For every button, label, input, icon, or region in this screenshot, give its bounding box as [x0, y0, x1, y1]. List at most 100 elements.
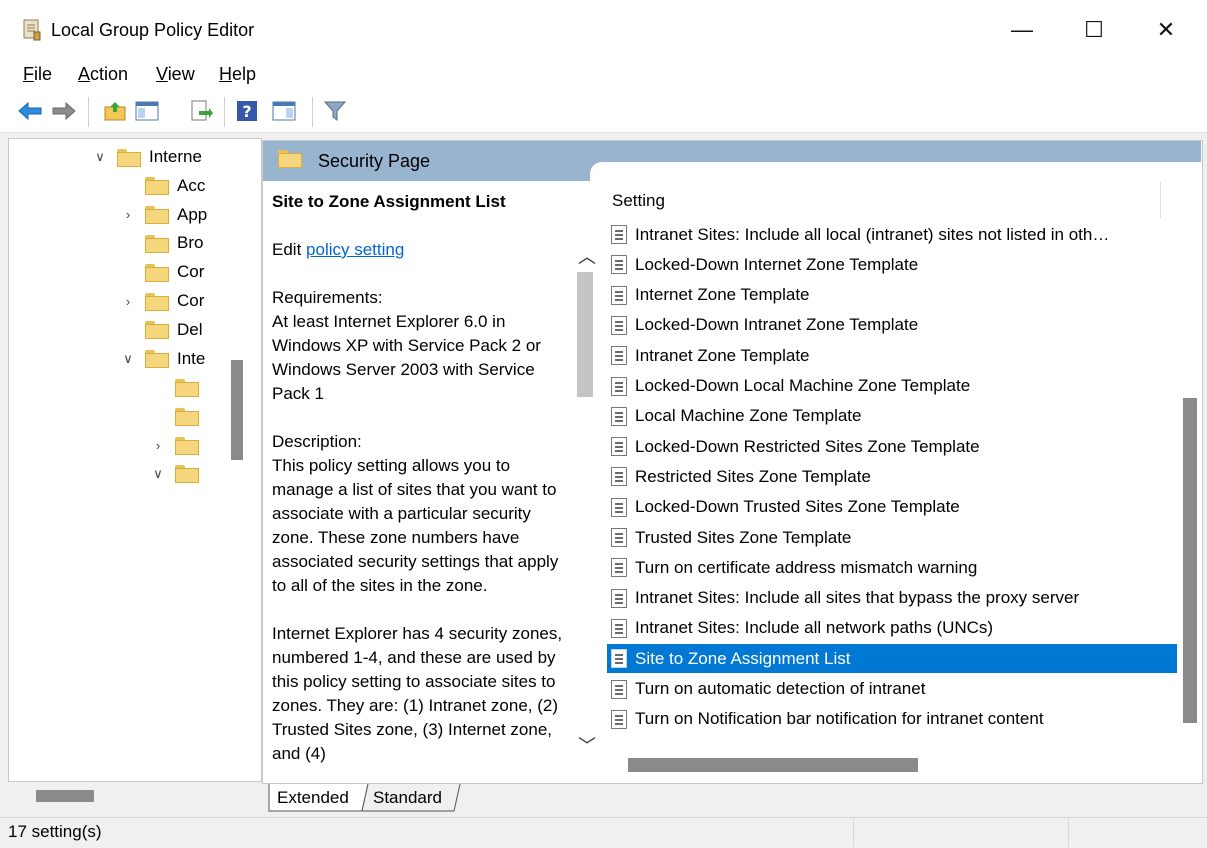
folder-icon — [145, 350, 169, 369]
minimize-button[interactable]: — — [999, 8, 1045, 52]
setting-row[interactable]: Site to Zone Assignment List — [607, 644, 1177, 674]
tree-chevron-icon[interactable]: ∨ — [151, 466, 165, 482]
setting-row[interactable]: Intranet Sites: Include all sites that b… — [607, 584, 1177, 613]
tree-item[interactable]: ∨ — [151, 460, 207, 488]
scroll-up-icon[interactable]: ︿ — [578, 243, 596, 269]
folder-icon — [145, 177, 169, 196]
policy-setting-icon — [611, 649, 627, 669]
setting-label: Locked-Down Internet Zone Template — [635, 254, 919, 274]
tab-standard[interactable]: Standard — [373, 784, 442, 812]
description-label: Description: — [272, 432, 362, 451]
export-list-icon[interactable] — [188, 98, 214, 124]
setting-label: Intranet Sites: Include all network path… — [635, 618, 994, 638]
tree-item-label: Acc — [177, 175, 206, 195]
description-text-2: Internet Explorer has 4 security zones, … — [272, 624, 563, 763]
setting-label: Restricted Sites Zone Template — [635, 466, 871, 486]
setting-row[interactable]: Intranet Zone Template — [607, 341, 1177, 370]
tree-item[interactable]: › — [151, 431, 207, 459]
tree-item[interactable]: › App — [121, 201, 207, 229]
policy-setting-icon — [611, 406, 627, 426]
setting-row[interactable]: Local Machine Zone Template — [607, 402, 1177, 431]
scroll-down-icon[interactable]: ﹀ — [578, 732, 596, 758]
tree-item[interactable]: Acc — [121, 172, 205, 200]
back-icon[interactable] — [17, 98, 43, 124]
setting-row[interactable]: Turn on automatic detection of intranet — [607, 675, 1177, 704]
up-folder-icon[interactable] — [102, 98, 128, 124]
maximize-button[interactable]: ☐ — [1071, 8, 1117, 52]
setting-row[interactable]: Locked-Down Trusted Sites Zone Template — [607, 493, 1177, 522]
settings-vertical-scrollbar[interactable] — [1183, 398, 1197, 723]
setting-label: Site to Zone Assignment List — [635, 648, 851, 668]
edit-policy-setting-link[interactable]: policy setting — [306, 240, 404, 259]
tree-item-label: Bro — [177, 233, 204, 253]
setting-row[interactable]: Restricted Sites Zone Template — [607, 462, 1177, 491]
setting-label: Local Machine Zone Template — [635, 406, 862, 426]
setting-row[interactable]: Turn on certificate address mismatch war… — [607, 553, 1177, 582]
tree-chevron-icon[interactable]: ∨ — [121, 351, 135, 367]
policy-description-pane: Site to Zone Assignment List Edit policy… — [272, 190, 572, 778]
requirements-label: Requirements: — [272, 288, 383, 307]
tree-item-label: Del — [177, 319, 203, 339]
setting-row[interactable]: Intranet Sites: Include all network path… — [607, 614, 1177, 643]
toolbar — [0, 90, 1207, 133]
policy-setting-icon — [611, 437, 627, 457]
tree-item[interactable]: Cor — [121, 258, 204, 286]
tree-vertical-scrollbar[interactable] — [231, 360, 243, 460]
setting-row[interactable]: Locked-Down Local Machine Zone Template — [607, 372, 1177, 401]
menu-help[interactable]: Help — [219, 64, 256, 85]
close-button[interactable]: ✕ — [1143, 8, 1189, 52]
tree-chevron-icon[interactable]: › — [121, 207, 135, 222]
folder-icon — [175, 407, 199, 426]
policy-setting-icon — [611, 376, 627, 396]
filter-icon[interactable] — [322, 98, 348, 124]
setting-row[interactable]: Locked-Down Restricted Sites Zone Templa… — [607, 432, 1177, 461]
tree-item-label: Interne — [149, 147, 202, 166]
menu-view[interactable]: View — [156, 64, 195, 85]
description-scrollbar-thumb[interactable] — [577, 272, 593, 397]
section-header-curve — [590, 162, 1201, 182]
setting-row[interactable]: Intranet Sites: Include all local (intra… — [607, 220, 1177, 249]
status-bar — [0, 817, 1207, 848]
show-action-pane-icon[interactable] — [271, 98, 297, 124]
forward-icon[interactable] — [51, 98, 77, 124]
setting-label: Intranet Sites: Include all sites that b… — [635, 588, 1080, 608]
tree-item[interactable] — [151, 402, 207, 430]
tree-item[interactable]: ∨ Interne — [93, 143, 202, 171]
tree-item[interactable]: Bro — [121, 229, 203, 257]
tree-chevron-icon[interactable]: › — [121, 294, 135, 309]
setting-row[interactable]: Locked-Down Internet Zone Template — [607, 250, 1177, 279]
settings-horizontal-scrollbar[interactable] — [628, 758, 918, 772]
policy-setting-icon — [611, 467, 627, 487]
toolbar-separator — [312, 97, 313, 127]
requirements-text: At least Internet Explorer 6.0 in Window… — [272, 312, 541, 403]
tree-item[interactable]: ∨ Inte — [121, 345, 205, 373]
menu-action[interactable]: Action — [78, 64, 128, 85]
setting-label: Turn on Notification bar notification fo… — [635, 709, 1044, 729]
status-divider — [853, 818, 854, 847]
tree-item-label: Cor — [177, 291, 205, 310]
setting-row[interactable]: Trusted Sites Zone Template — [607, 523, 1177, 552]
tree-chevron-icon[interactable]: › — [151, 438, 165, 453]
column-divider[interactable] — [1160, 182, 1161, 218]
tree-item[interactable]: Del — [121, 316, 203, 344]
policy-setting-icon — [611, 679, 627, 699]
setting-label: Locked-Down Local Machine Zone Template — [635, 376, 971, 395]
policy-setting-icon — [611, 618, 627, 638]
policy-setting-icon — [611, 709, 627, 729]
tree-item[interactable] — [151, 373, 207, 401]
setting-label: Locked-Down Restricted Sites Zone Templa… — [635, 436, 980, 456]
setting-row[interactable]: Turn on Notification bar notification fo… — [607, 705, 1177, 734]
setting-column-header[interactable]: Setting — [612, 191, 665, 211]
policy-setting-icon — [611, 588, 627, 608]
tree-chevron-icon[interactable]: ∨ — [93, 149, 107, 165]
help-icon[interactable]: ? — [234, 98, 260, 124]
tree-horizontal-scrollbar[interactable] — [36, 790, 94, 802]
policy-setting-icon — [611, 497, 627, 517]
setting-row[interactable]: Internet Zone Template — [607, 281, 1177, 310]
tree-item[interactable]: › Cor — [121, 287, 204, 315]
console-tree[interactable]: ∨ Interne Acc › App Bro Cor › Cor Del ∨ Inte › ∨ — [8, 138, 262, 782]
menu-file[interactable]: File — [23, 64, 52, 85]
tab-extended[interactable]: Extended — [277, 784, 349, 812]
setting-row[interactable]: Locked-Down Intranet Zone Template — [607, 311, 1177, 340]
show-hide-tree-icon[interactable] — [134, 98, 160, 124]
